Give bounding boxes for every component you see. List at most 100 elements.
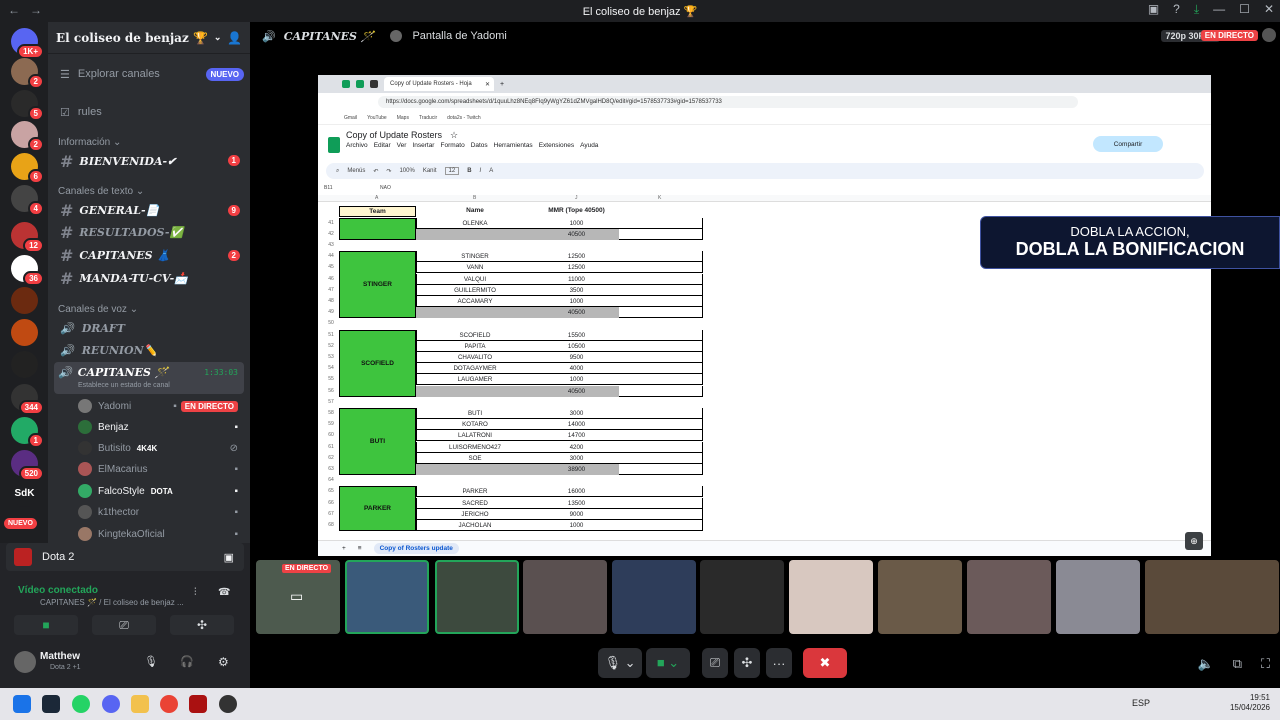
all-sheets-icon[interactable]: ≡ [358, 545, 362, 552]
voice-user[interactable]: Yadomi ▪ EN DIRECTO [78, 396, 238, 416]
headphones-icon[interactable]: 🎧 [180, 655, 194, 668]
channel-bienvenida[interactable]: # BIENVENIDA-✔ [56, 151, 244, 171]
player-name-cell[interactable]: VANN [416, 264, 534, 271]
voice-user[interactable]: k1thector ▪ [78, 502, 238, 522]
explore-channels[interactable]: ☰ Explorar canales NUEVO [56, 64, 244, 84]
server-sdk-icon[interactable]: SdK [11, 480, 38, 507]
inbox-icon[interactable]: ▣ [1148, 2, 1159, 17]
mmr-cell[interactable]: 14000 [534, 421, 619, 428]
channel-capitanes[interactable]: # CAPITANES 👗 [56, 245, 244, 265]
team-cell[interactable]: BUTI [339, 407, 416, 476]
close-icon[interactable]: ✕ [1264, 2, 1274, 17]
download-icon[interactable]: ⤓ [1194, 2, 1199, 17]
player-name-cell[interactable]: ACCAMARY [416, 298, 534, 305]
server-icon[interactable]: 2 [11, 121, 44, 152]
forward-icon[interactable]: → [30, 3, 42, 17]
start-icon[interactable] [13, 695, 31, 713]
server-icon[interactable]: 1 [11, 417, 44, 448]
team-cell[interactable]: SCOFIELD [339, 329, 416, 397]
invite-icon[interactable]: 👤 [227, 31, 242, 45]
server-icon[interactable]: 36 [11, 255, 44, 286]
server-icon[interactable]: 2 [11, 58, 44, 89]
mmr-cell[interactable]: 1000 [534, 220, 619, 227]
voice-channel-draft[interactable]: 🔊 DRAFT [56, 318, 244, 338]
player-name-cell[interactable]: DOTAGAYMER [416, 365, 534, 372]
server-icon[interactable]: 344 [11, 384, 44, 415]
server-icon[interactable] [11, 319, 38, 346]
player-name-cell[interactable]: SACRED [416, 500, 534, 507]
whatsapp-icon[interactable] [72, 695, 90, 713]
server-icon[interactable] [11, 287, 38, 314]
category-info[interactable]: Información ⌄ [58, 137, 121, 148]
camera-button[interactable]: ■ ⌄ [646, 648, 690, 678]
mmr-cell[interactable]: 16000 [534, 488, 619, 495]
player-name-cell[interactable]: LAUGAMER [416, 376, 534, 383]
voice-channel-reunion[interactable]: 🔊 REUNION✏️ [56, 340, 244, 360]
player-name-cell[interactable]: PARKER [416, 488, 534, 495]
voice-user[interactable]: KingtekaOficial ▪ [78, 524, 238, 544]
player-name-cell[interactable]: PAPITA [416, 343, 534, 350]
channel-rules[interactable]: ☑ rules [56, 102, 244, 122]
clock[interactable]: 19:51 15/04/2026 [1230, 693, 1270, 713]
video-tile[interactable] [523, 560, 607, 634]
mmr-cell[interactable]: 14700 [534, 432, 619, 439]
active-voice-channel[interactable]: 🔊 CAPITANES 🪄 1:33:03 Establece un estado… [54, 362, 244, 394]
video-tile[interactable] [612, 560, 696, 634]
language-indicator[interactable]: ESP [1132, 698, 1150, 708]
player-name-cell[interactable]: JACHOLAN [416, 522, 534, 529]
player-name-cell[interactable]: SCOFIELD [416, 332, 534, 339]
channel-general[interactable]: # GENERAL-📄 [56, 200, 244, 220]
activity-bar[interactable]: Dota 2 ▣ [6, 543, 244, 571]
player-name-cell[interactable]: JERICHO [416, 511, 534, 518]
mmr-cell[interactable]: 1000 [534, 376, 619, 383]
mmr-cell[interactable]: 10500 [534, 343, 619, 350]
player-name-cell[interactable]: SOE [416, 455, 534, 462]
mmr-cell[interactable]: 38900 [534, 466, 619, 473]
player-name-cell[interactable]: LUISORMENO427 [416, 444, 534, 451]
microphone-button[interactable]: 🎙 ⌄ [598, 648, 642, 678]
team-cell[interactable]: STINGER [339, 251, 416, 319]
channel-status[interactable]: Establece un estado de canal [78, 382, 170, 389]
mmr-cell[interactable]: 9500 [534, 354, 619, 361]
voice-user[interactable]: ElMacarius ▪ [78, 459, 238, 479]
mmr-cell[interactable]: 40500 [534, 388, 619, 395]
settings-icon[interactable]: ⚙ [218, 655, 229, 669]
video-tile[interactable] [700, 560, 784, 634]
mmr-cell[interactable]: 15500 [534, 332, 619, 339]
activities-button[interactable]: ✣ [170, 615, 234, 635]
player-name-cell[interactable]: CHAVALITO [416, 354, 534, 361]
mmr-cell[interactable]: 13500 [534, 500, 619, 507]
player-name-cell[interactable]: BUTI [416, 410, 534, 417]
fullscreen-icon[interactable]: ⛶ [1261, 656, 1270, 672]
mmr-cell[interactable]: 3000 [534, 455, 619, 462]
player-name-cell[interactable]: STINGER [416, 253, 534, 260]
discord-icon[interactable] [102, 695, 120, 713]
player-name-cell[interactable]: LALATRONI [416, 432, 534, 439]
player-name-cell[interactable]: GUILLERMITO [416, 287, 534, 294]
minimize-icon[interactable]: — [1213, 2, 1225, 17]
help-icon[interactable]: ? [1173, 2, 1180, 17]
add-sheet-icon[interactable]: + [342, 545, 346, 552]
maximize-icon[interactable]: ☐ [1239, 2, 1250, 17]
voice-user[interactable]: Benjaz ▪ [78, 417, 238, 437]
category-voice[interactable]: Canales de voz ⌄ [58, 304, 138, 315]
server-icon[interactable]: 6 [11, 153, 44, 184]
player-name-cell[interactable]: OLENKA [416, 220, 534, 227]
video-tile[interactable] [789, 560, 873, 634]
voice-user[interactable]: FalcoStyle DOTA ▪ [78, 481, 238, 501]
team-cell[interactable] [339, 217, 416, 240]
video-tile[interactable] [967, 560, 1051, 634]
dota-icon[interactable] [189, 695, 207, 713]
server-icon[interactable]: 5 [11, 90, 44, 121]
video-tile[interactable] [878, 560, 962, 634]
mmr-cell[interactable]: 1000 [534, 298, 619, 305]
sheet-tab[interactable]: Copy of Rosters update [373, 543, 459, 554]
video-tile[interactable] [345, 560, 429, 634]
mmr-cell[interactable]: 4200 [534, 444, 619, 451]
popout-icon[interactable]: ⧉ [1233, 656, 1242, 672]
video-tile[interactable] [435, 560, 519, 634]
category-text[interactable]: Canales de texto ⌄ [58, 186, 144, 197]
more-button[interactable]: ··· [766, 648, 792, 678]
chrome-icon[interactable] [160, 695, 178, 713]
connection-location[interactable]: CAPITANES 🪄 / El coliseo de benjaz ... [40, 598, 184, 607]
